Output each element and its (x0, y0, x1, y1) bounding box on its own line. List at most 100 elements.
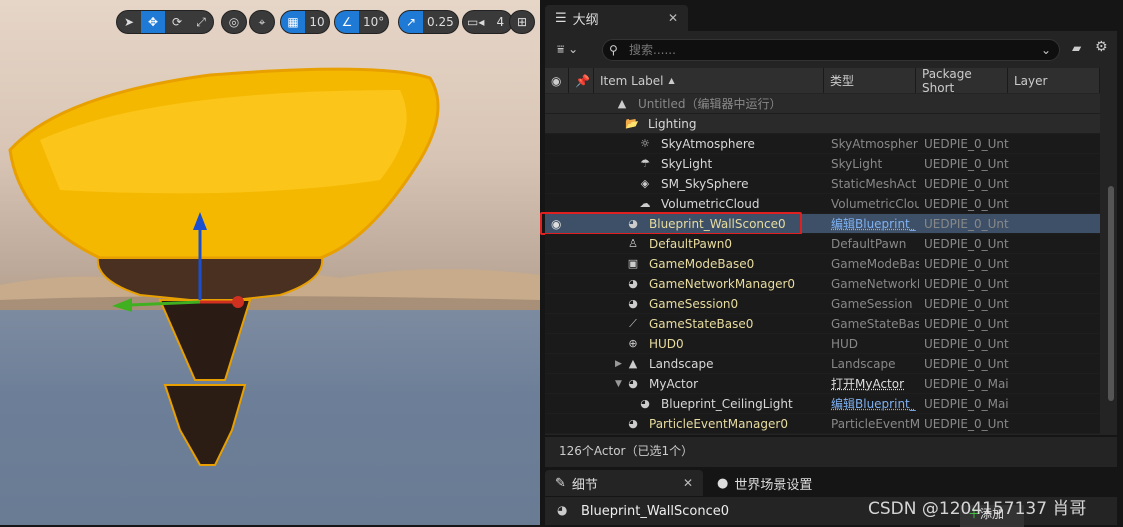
item-type: HUD (831, 336, 859, 351)
table-row[interactable]: ◕ Blueprint_CeilingLight 编辑Blueprint_ UEDPI… (545, 394, 1100, 414)
scale-snap-icon: ↗ (399, 11, 423, 33)
rotation-snap-toggle[interactable]: ∠ 10° (334, 10, 390, 34)
item-label: VolumetricCloud (661, 196, 760, 211)
camera-speed-button[interactable]: ▭◂ 4 (462, 10, 514, 34)
table-row[interactable]: ☼ SkyAtmosphere SkyAtmospher UEDPIE_0_Unt (545, 134, 1100, 154)
filter-icon[interactable]: ⩸ ⌄ (557, 42, 578, 57)
table-row[interactable]: ▣ GameModeBase0 GameModeBas UEDPIE_0_Unt (545, 254, 1100, 274)
rotation-snap-value[interactable]: 10° (359, 11, 388, 33)
search-placeholder: 搜索...... (629, 43, 676, 57)
item-package: UEDPIE_0_Unt (924, 336, 1009, 351)
item-type: ParticleEventM (831, 416, 919, 431)
column-item-label[interactable]: Item Label ▲ (594, 68, 824, 93)
item-type: Landscape (831, 356, 896, 371)
translate-icon[interactable]: ✥ (141, 11, 165, 33)
item-package: UEDPIE_0_Unt (924, 156, 1009, 171)
search-input[interactable]: ⚲ 搜索...... ⌄ (602, 39, 1060, 61)
scene-render (0, 67, 540, 466)
collapse-arrow-icon[interactable]: ▼ (615, 379, 622, 389)
actor-type-icon: 📂 (625, 116, 639, 130)
column-type[interactable]: 类型 (824, 68, 916, 93)
details-icon: ✎ (555, 475, 566, 491)
scale-snap-toggle[interactable]: ↗ 0.25 (398, 10, 459, 34)
item-package: UEDPIE_0_Unt (924, 236, 1009, 251)
table-row[interactable]: ☂ SkyLight SkyLight UEDPIE_0_Unt (545, 154, 1100, 174)
world-local-button[interactable]: ◎ (221, 10, 247, 34)
close-icon[interactable]: ✕ (668, 11, 678, 25)
eye-icon: ◉ (551, 73, 562, 88)
grid-icon: ▦ (281, 11, 305, 33)
right-panel: ☰ 大纲 ✕ ⩸ ⌄ ⚲ 搜索...... ⌄ ▰ ⚙ ◉ 📌 Item Label ▲ … (540, 0, 1123, 527)
item-package: UEDPIE_0_Unt (924, 216, 1009, 231)
table-row[interactable]: ⟋ GameStateBase0 GameStateBas UEDPIE_0_Unt (545, 314, 1100, 334)
item-label: ParticleEventManager0 (649, 416, 788, 431)
item-package: UEDPIE_0_Unt (924, 196, 1009, 211)
table-row[interactable]: ▼ ◕ MyActor 打开MyActor UEDPIE_0_Mai (545, 374, 1100, 394)
details-tab-label: 细节 (571, 477, 598, 493)
close-icon[interactable]: ✕ (683, 476, 693, 490)
tab-outliner[interactable]: ☰ 大纲 ✕ (545, 5, 688, 31)
grid-snap-value[interactable]: 10 (305, 11, 329, 33)
actor-type-icon: ♙ (628, 236, 638, 250)
level-viewport[interactable]: ➤ ✥ ⟳ ⤢ ◎ ⌖ ▦ 10 ∠ 10° ↗ 0.25 ▭◂ 4 ⊞ (0, 0, 540, 525)
table-row[interactable]: ◈ SM_SkySphere StaticMeshAct UEDPIE_0_Unt (545, 174, 1100, 194)
item-type: StaticMeshAct (831, 176, 917, 191)
table-row[interactable]: ☁ VolumetricCloud VolumetricClou UEDPIE_0_U… (545, 194, 1100, 214)
add-folder-icon[interactable]: ▰ (1072, 41, 1081, 55)
item-label: SM_SkySphere (661, 176, 749, 191)
expand-arrow-icon[interactable]: ▶ (615, 359, 622, 369)
item-label: Blueprint_CeilingLight (661, 396, 793, 411)
actor-type-icon: ⊕ (628, 336, 638, 350)
outliner-panel: ⩸ ⌄ ⚲ 搜索...... ⌄ ▰ ⚙ ◉ 📌 Item Label ▲ 类型 Pa… (540, 31, 1117, 435)
gear-icon[interactable]: ⚙ (1095, 39, 1108, 55)
chevron-down-icon[interactable]: ⌄ (1041, 40, 1051, 60)
tab-details[interactable]: ✎ 细节 ✕ (545, 470, 703, 496)
table-row[interactable]: ◉ ◕ Blueprint_WallSconce0 编辑Blueprint_ UEDPI… (540, 212, 1100, 235)
grid-snap-toggle[interactable]: ▦ 10 (280, 10, 330, 34)
item-package: UEDPIE_0_Mai (924, 396, 1009, 411)
item-label: GameNetworkManager0 (649, 276, 796, 291)
table-row[interactable]: ◕ GameNetworkManager0 GameNetworkI UEDPIE_0… (545, 274, 1100, 294)
item-type[interactable]: 编辑Blueprint_ (831, 395, 919, 412)
actor-name: Blueprint_WallSconce0 (581, 504, 730, 519)
item-label: MyActor (649, 376, 699, 391)
actor-type-icon: ☂ (640, 156, 650, 170)
pin-column[interactable]: 📌 (569, 68, 594, 93)
outliner-tab-label: 大纲 (572, 12, 599, 28)
item-type[interactable]: 编辑Blueprint_ (831, 215, 919, 232)
table-row[interactable]: 📂 Lighting (545, 114, 1100, 134)
item-type: GameNetworkI (831, 276, 919, 291)
watermark: CSDN @1204157137 肖哥 (868, 499, 1087, 519)
viewport-layout-button[interactable]: ⊞ (509, 10, 535, 34)
actor-type-icon: ▲ (628, 356, 638, 370)
item-type: SkyAtmospher (831, 136, 918, 151)
item-label: HUD0 (649, 336, 684, 351)
table-row[interactable]: ◕ ParticleEventManager0 ParticleEventM UEDP… (545, 414, 1100, 434)
table-row[interactable]: ◕ GameSession0 GameSession UEDPIE_0_Unt (545, 294, 1100, 314)
item-label: Blueprint_WallSconce0 (649, 216, 786, 231)
column-package-short[interactable]: Package Short (916, 67, 1008, 95)
table-row[interactable]: ▶ ▲ Landscape Landscape UEDPIE_0_Unt (545, 354, 1100, 374)
table-row[interactable]: ⊕ HUD0 HUD UEDPIE_0_Unt (545, 334, 1100, 354)
actor-type-icon: ▣ (627, 256, 639, 270)
item-package: UEDPIE_0_Unt (924, 356, 1009, 371)
outliner-icon: ☰ (555, 10, 567, 26)
rotate-icon[interactable]: ⟳ (165, 11, 189, 33)
outliner-tree: ▲ Untitled（编辑器中运行） 📂 Lighting ☼ SkyAtmosphere… (540, 94, 1100, 434)
scrollbar[interactable] (1108, 186, 1114, 401)
column-layer[interactable]: Layer (1008, 68, 1100, 93)
surface-snap-button[interactable]: ⌖ (249, 10, 275, 34)
item-type[interactable]: 打开MyActor (831, 375, 919, 392)
select-icon[interactable]: ➤ (117, 11, 141, 33)
table-row[interactable]: ▲ Untitled（编辑器中运行） (545, 94, 1100, 114)
actor-type-icon: ◕ (640, 396, 650, 410)
tab-world-settings[interactable]: ● 世界场景设置 (707, 470, 847, 496)
globe-icon: ◎ (228, 15, 240, 29)
item-type: SkyLight (831, 156, 883, 171)
scale-icon[interactable]: ⤢ (189, 11, 213, 33)
item-package: UEDPIE_0_Unt (924, 256, 1009, 271)
visibility-column[interactable]: ◉ (545, 68, 569, 93)
table-row[interactable]: ♙ DefaultPawn0 DefaultPawn UEDPIE_0_Unt (545, 234, 1100, 254)
scale-snap-value[interactable]: 0.25 (423, 11, 458, 33)
actor-count: 126个Actor（已选1个） (545, 437, 1117, 467)
